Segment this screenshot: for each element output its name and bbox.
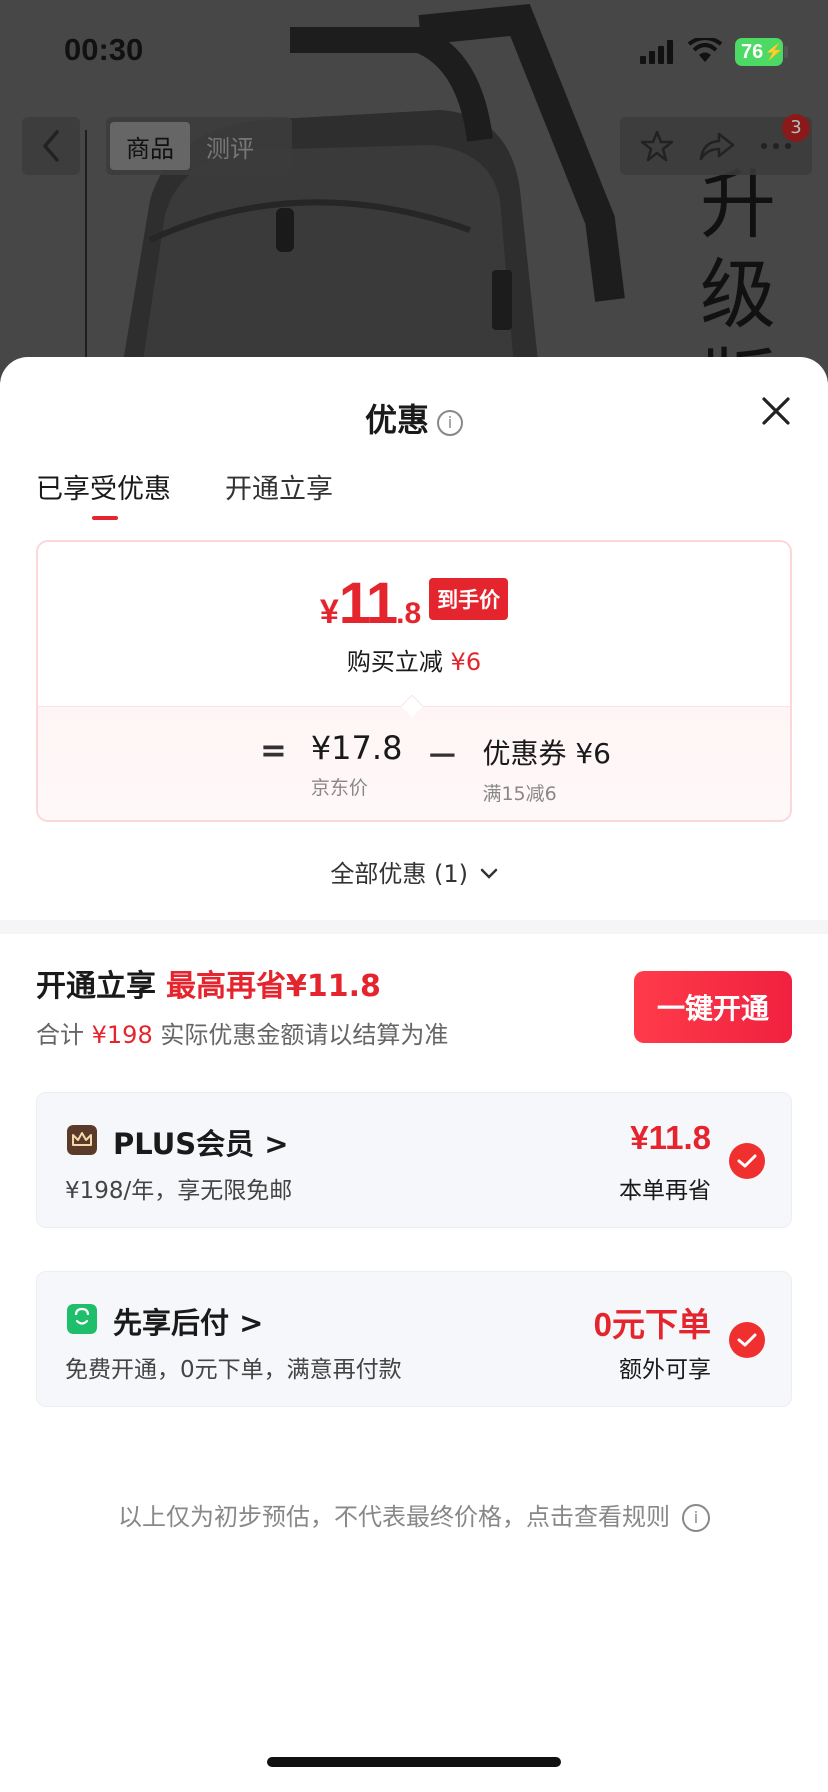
chevron-left-icon (42, 130, 59, 162)
all-deals-label: 全部优惠 (1) (330, 860, 468, 888)
close-icon[interactable] (756, 391, 796, 431)
settlement-note: 实际优惠金额请以结算为准 (160, 1021, 449, 1049)
instant-discount-value: ¥6 (450, 648, 482, 676)
battery-level: 76 (741, 40, 764, 63)
total-label: 合计 (36, 1021, 84, 1049)
option-value: 0元下单 (593, 1306, 711, 1343)
minus-sign: － (426, 737, 459, 775)
more-icon[interactable] (760, 142, 792, 150)
price-formula: = ¥17.8 京东价 － 优惠券 ¥6 满15减6 (260, 729, 611, 806)
option-desc: ¥198/年，享无限免邮 (65, 1178, 293, 1204)
promo-overlay-text: 升级版 (700, 160, 776, 380)
crown-icon (67, 1125, 97, 1155)
option-name: 先享后付 > (113, 1306, 264, 1340)
home-indicator[interactable] (267, 1757, 561, 1767)
total-value: ¥198 (91, 1021, 153, 1049)
battery-tip (784, 46, 788, 58)
all-deals-toggle[interactable]: 全部优惠 (1) (0, 854, 828, 889)
coupon-rule: 满15减6 (482, 783, 557, 805)
tab-enjoyed-deals[interactable]: 已享受优惠 (36, 467, 171, 520)
clock: 00:30 (64, 32, 144, 67)
back-button[interactable] (22, 117, 80, 175)
instant-discount-label: 购买立减 (346, 648, 443, 676)
info-icon[interactable]: i (437, 410, 463, 436)
tab-product[interactable]: 商品 (110, 122, 190, 170)
jd-price-label: 京东价 (310, 777, 368, 799)
option-value-label: 本单再省 (619, 1178, 711, 1204)
checkmark-icon[interactable] (729, 1143, 765, 1179)
checkmark-icon[interactable] (729, 1322, 765, 1358)
instant-discount: 购买立减 ¥6 (38, 642, 790, 677)
open-section-subtitle: 合计 ¥198 实际优惠金额请以结算为准 (36, 1015, 448, 1050)
option-desc: 免费开通，0元下单，满意再付款 (65, 1357, 402, 1383)
final-price: ¥11.8 到手价 (38, 570, 790, 637)
share-icon[interactable] (699, 130, 735, 162)
option-value-label: 额外可享 (619, 1357, 711, 1383)
equals-sign: = (260, 731, 287, 769)
cellular-signal-icon (640, 40, 673, 64)
sheet-title-text: 优惠 (364, 401, 429, 439)
price-decimal: .8 (396, 597, 422, 630)
jd-price: ¥17.8 (310, 729, 403, 767)
option-name: PLUS会员 > (113, 1127, 289, 1161)
deal-tabs: 已享受优惠 开通立享 (36, 467, 333, 520)
coupon-col: 优惠券 ¥6 满15减6 (482, 729, 611, 806)
price-card: ¥11.8 到手价 购买立减 ¥6 = ¥17.8 京东价 － 优惠券 ¥6 满1… (36, 540, 792, 822)
one-click-open-button[interactable]: 一键开通 (634, 971, 792, 1043)
message-badge: 3 (782, 114, 810, 142)
price-integer: 11 (338, 571, 398, 636)
status-bar: 00:30 76 ⚡ (0, 0, 828, 100)
deals-sheet: 优惠 i 已享受优惠 开通立享 ¥11.8 到手价 购买立减 ¥6 = ¥17.8 … (0, 357, 828, 1792)
star-icon[interactable] (640, 129, 674, 163)
max-savings: 最高再省¥11.8 (166, 969, 381, 1004)
open-title-text: 开通立享 (36, 969, 156, 1004)
open-section-title: 开通立享 最高再省¥11.8 (36, 961, 381, 1005)
rules-info-icon[interactable]: i (682, 1504, 710, 1532)
jd-price-col: ¥17.8 京东价 (311, 729, 403, 800)
chevron-down-icon (480, 868, 497, 879)
plus-membership-option[interactable]: PLUS会员 > ¥198/年，享无限免邮 ¥11.8 本单再省 (36, 1092, 792, 1228)
tab-open-enjoy[interactable]: 开通立享 (225, 467, 333, 520)
arrive-price-tag: 到手价 (429, 578, 509, 620)
shopping-bag-icon (67, 1304, 97, 1334)
wifi-icon (688, 38, 722, 62)
option-value: ¥11.8 (630, 1119, 711, 1156)
sheet-title: 优惠 i (0, 395, 828, 441)
currency-symbol: ¥ (319, 593, 339, 631)
battery-indicator: 76 ⚡ (735, 38, 784, 66)
coupon-value: 优惠券 ¥6 (482, 737, 611, 770)
price-breakdown: = ¥17.8 京东价 － 优惠券 ¥6 满15减6 (38, 706, 790, 820)
price-disclaimer[interactable]: 以上仅为初步预估，不代表最终价格，点击查看规则 i (0, 1497, 828, 1532)
section-divider (0, 920, 828, 934)
disclaimer-text: 以上仅为初步预估，不代表最终价格，点击查看规则 (118, 1503, 670, 1531)
tab-review[interactable]: 测评 (190, 122, 270, 170)
product-tabs: 商品 测评 (106, 117, 292, 175)
price-summary: ¥11.8 到手价 购买立减 ¥6 (38, 542, 790, 706)
pay-later-option[interactable]: 先享后付 > 免费开通，0元下单，满意再付款 0元下单 额外可享 (36, 1271, 792, 1407)
